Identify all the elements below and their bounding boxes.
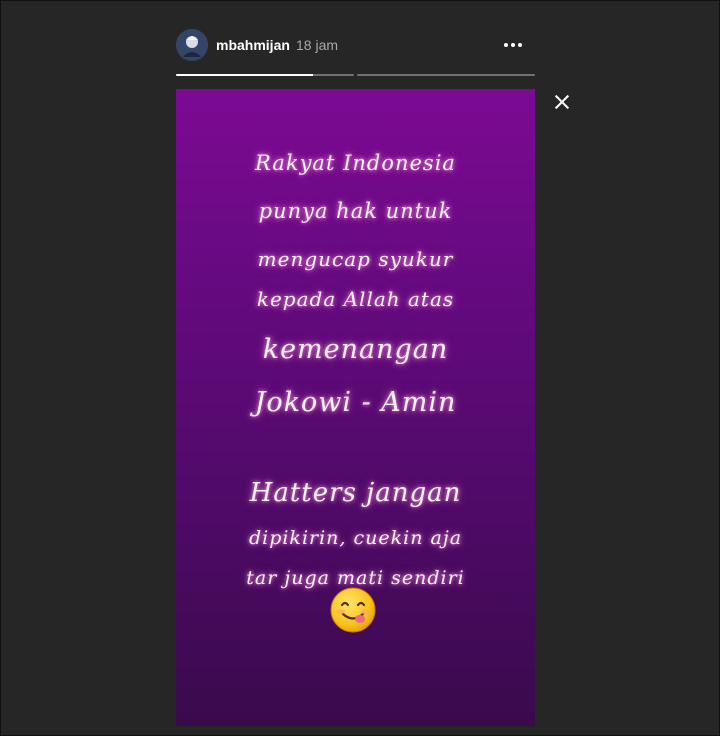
story-text-line: kemenangan (262, 334, 449, 365)
yum-face-emoji (330, 587, 376, 633)
story-text-line: dipikirin, cuekin aja (248, 527, 463, 549)
story-text-line: Jokowi - Amin (254, 387, 457, 418)
story-header: mbahmijan 18 jam (176, 29, 535, 69)
avatar[interactable] (176, 29, 208, 61)
story-text-line: punya hak untuk (258, 199, 453, 223)
more-horizontal-icon (504, 43, 508, 47)
progress-fill (176, 74, 314, 76)
story-text-line: kepada Allah atas (256, 287, 455, 311)
story-card[interactable]: Rakyat Indonesia punya hak untuk menguca… (176, 89, 535, 726)
progress-segment-1 (176, 74, 354, 76)
progress-segment-2 (357, 74, 535, 76)
more-options-button[interactable] (501, 35, 525, 55)
story-text-line: Hatters jangan (249, 478, 462, 508)
story-text-line: Rakyat Indonesia (255, 151, 456, 175)
close-button[interactable] (551, 91, 573, 113)
more-dot (518, 43, 522, 47)
username[interactable]: mbahmijan (216, 37, 290, 53)
more-dot (511, 43, 515, 47)
story-text-line: mengucap syukur (257, 247, 454, 271)
timestamp: 18 jam (296, 37, 339, 53)
story-progress (176, 74, 535, 77)
